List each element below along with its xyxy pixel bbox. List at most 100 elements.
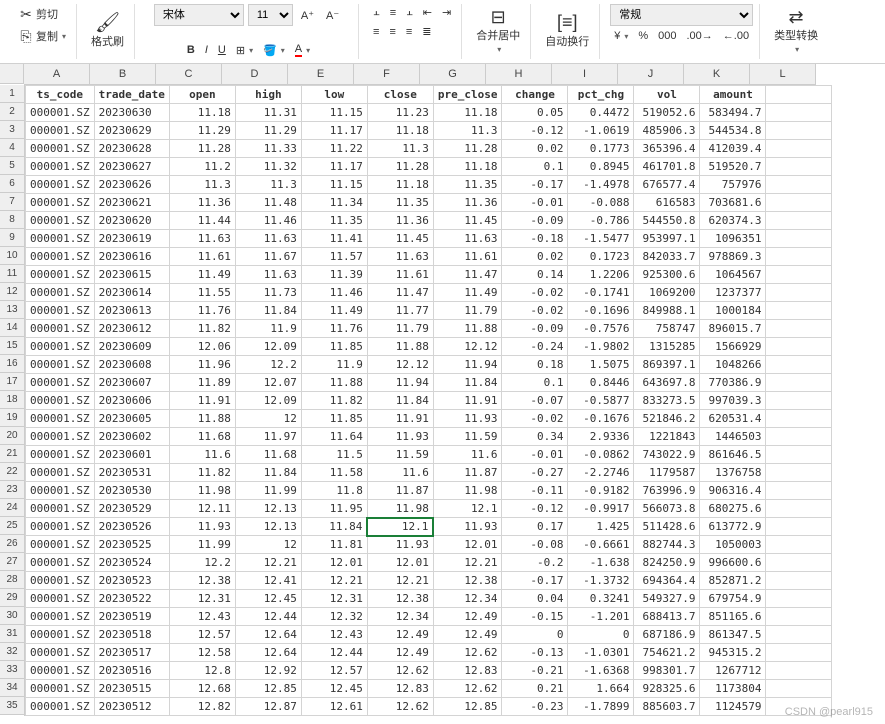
column-header-L[interactable]: L xyxy=(750,64,816,84)
cell[interactable]: 11.35 xyxy=(433,176,502,194)
row-header[interactable]: 8 xyxy=(0,211,24,229)
cell[interactable]: 0 xyxy=(568,626,634,644)
cell[interactable] xyxy=(766,140,832,158)
cell[interactable]: 996600.6 xyxy=(700,554,766,572)
cell[interactable]: -0.09 xyxy=(502,320,568,338)
cell[interactable] xyxy=(766,122,832,140)
cell[interactable]: 11.49 xyxy=(433,284,502,302)
cell[interactable]: -0.08 xyxy=(502,536,568,554)
cell[interactable]: 11.47 xyxy=(367,284,433,302)
cell[interactable]: 12.82 xyxy=(169,698,235,716)
cell[interactable] xyxy=(766,374,832,392)
cell[interactable]: 000001.SZ xyxy=(26,392,95,410)
cell[interactable]: 000001.SZ xyxy=(26,572,95,590)
cell[interactable]: 11.17 xyxy=(301,158,367,176)
cell[interactable]: 000001.SZ xyxy=(26,158,95,176)
cell[interactable]: 11.91 xyxy=(169,392,235,410)
cell[interactable]: 11.18 xyxy=(169,104,235,122)
cell[interactable]: vol xyxy=(634,86,700,104)
cell[interactable]: 0.1 xyxy=(502,374,568,392)
cell[interactable]: 12.1 xyxy=(433,500,502,518)
increase-indent-button[interactable]: ⇥ xyxy=(438,4,455,21)
cell[interactable]: 12.83 xyxy=(367,680,433,698)
cell[interactable]: 20230627 xyxy=(94,158,169,176)
row-header[interactable]: 29 xyxy=(0,589,24,607)
cell[interactable]: 12.12 xyxy=(367,356,433,374)
row-header[interactable]: 32 xyxy=(0,643,24,661)
cell[interactable] xyxy=(766,446,832,464)
column-header-F[interactable]: F xyxy=(354,64,420,84)
cell[interactable]: 20230621 xyxy=(94,194,169,212)
auto-wrap-button[interactable]: [≡] 自动换行 xyxy=(541,4,593,59)
cell[interactable]: 953997.1 xyxy=(634,230,700,248)
cell[interactable]: 11.6 xyxy=(433,446,502,464)
cell[interactable]: -0.02 xyxy=(502,410,568,428)
cell[interactable]: 000001.SZ xyxy=(26,410,95,428)
cell[interactable]: 12.38 xyxy=(433,572,502,590)
cell[interactable]: 12.13 xyxy=(235,500,301,518)
cell[interactable]: 20230607 xyxy=(94,374,169,392)
row-header[interactable]: 25 xyxy=(0,517,24,535)
cell[interactable]: change xyxy=(502,86,568,104)
cell[interactable]: 861347.5 xyxy=(700,626,766,644)
cell[interactable] xyxy=(766,302,832,320)
cell[interactable]: 11.93 xyxy=(367,428,433,446)
cell[interactable]: 11.47 xyxy=(433,266,502,284)
cell[interactable]: 852871.2 xyxy=(700,572,766,590)
cell[interactable]: 12.01 xyxy=(433,536,502,554)
cell[interactable]: 0.14 xyxy=(502,266,568,284)
cell[interactable]: 11.98 xyxy=(367,500,433,518)
cell[interactable] xyxy=(766,158,832,176)
cell[interactable]: 20230517 xyxy=(94,644,169,662)
cell[interactable] xyxy=(766,86,832,104)
cell[interactable]: 12.31 xyxy=(169,590,235,608)
cell[interactable]: 20230629 xyxy=(94,122,169,140)
cell[interactable]: 1000184 xyxy=(700,302,766,320)
cell[interactable]: 11.28 xyxy=(433,140,502,158)
cell[interactable]: 11.97 xyxy=(235,428,301,446)
cell[interactable]: 12.38 xyxy=(169,572,235,590)
column-header-I[interactable]: I xyxy=(552,64,618,84)
cell[interactable]: -0.02 xyxy=(502,302,568,320)
cell[interactable]: 20230601 xyxy=(94,446,169,464)
cell[interactable]: 12.49 xyxy=(433,626,502,644)
cell[interactable]: 12.01 xyxy=(367,554,433,572)
cell[interactable]: 11.67 xyxy=(235,248,301,266)
cell[interactable]: 11.6 xyxy=(367,464,433,482)
cell[interactable]: 1315285 xyxy=(634,338,700,356)
cell[interactable]: 1048266 xyxy=(700,356,766,374)
row-header[interactable]: 4 xyxy=(0,139,24,157)
cell[interactable]: 0.3241 xyxy=(568,590,634,608)
cell[interactable]: -0.07 xyxy=(502,392,568,410)
cell[interactable]: 11.28 xyxy=(367,158,433,176)
cell[interactable]: 000001.SZ xyxy=(26,212,95,230)
cell[interactable]: 688413.7 xyxy=(634,608,700,626)
row-header[interactable]: 31 xyxy=(0,625,24,643)
cell[interactable]: 12.32 xyxy=(301,608,367,626)
decrease-decimal-button[interactable]: ←.00 xyxy=(719,28,753,44)
cell[interactable]: 11.63 xyxy=(367,248,433,266)
cell[interactable]: 000001.SZ xyxy=(26,248,95,266)
column-header-J[interactable]: J xyxy=(618,64,684,84)
cell[interactable]: 11.88 xyxy=(433,320,502,338)
font-size-select[interactable]: 11 xyxy=(248,4,293,26)
fill-color-button[interactable]: 🪣▾ xyxy=(259,42,289,59)
cell[interactable]: 11.29 xyxy=(235,122,301,140)
cell[interactable]: 11.2 xyxy=(169,158,235,176)
cell[interactable]: 11.36 xyxy=(169,194,235,212)
cell[interactable]: -0.01 xyxy=(502,194,568,212)
cell[interactable]: 000001.SZ xyxy=(26,122,95,140)
column-header-A[interactable]: A xyxy=(24,64,90,84)
cell[interactable]: 849988.1 xyxy=(634,302,700,320)
cell[interactable]: 12.85 xyxy=(433,698,502,716)
cell[interactable]: 11.98 xyxy=(433,482,502,500)
cell[interactable] xyxy=(766,266,832,284)
cell[interactable]: 20230620 xyxy=(94,212,169,230)
cell[interactable]: 20230609 xyxy=(94,338,169,356)
cell[interactable]: 000001.SZ xyxy=(26,482,95,500)
cell[interactable]: 365396.4 xyxy=(634,140,700,158)
cell[interactable]: 0.17 xyxy=(502,518,568,536)
cell[interactable]: 12.21 xyxy=(235,554,301,572)
cell[interactable]: -1.4978 xyxy=(568,176,634,194)
cell[interactable]: 000001.SZ xyxy=(26,446,95,464)
